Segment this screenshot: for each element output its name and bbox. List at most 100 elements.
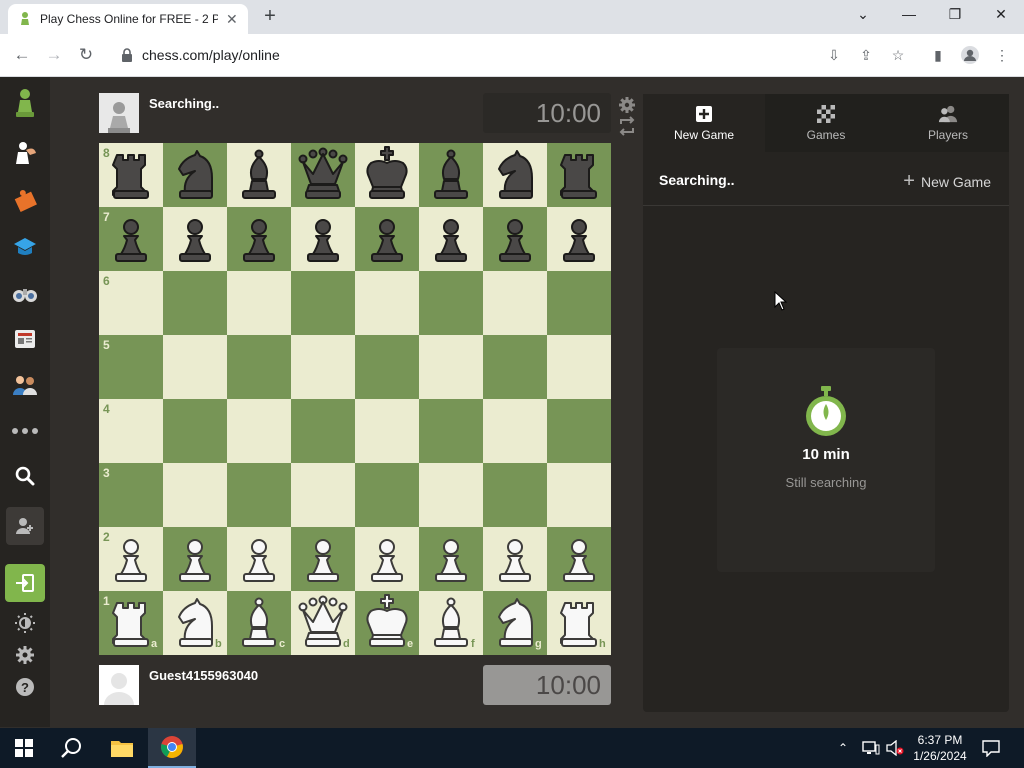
side-panel-icon[interactable]: ▮ — [928, 45, 948, 65]
close-window-button[interactable]: ✕ — [978, 0, 1024, 30]
white-pawn-icon[interactable] — [483, 527, 547, 591]
back-button[interactable]: ← — [10, 44, 34, 68]
black-king-icon[interactable] — [355, 143, 419, 207]
news-icon[interactable] — [9, 323, 41, 355]
white-bishop-icon[interactable] — [419, 591, 483, 655]
black-pawn-icon[interactable] — [163, 207, 227, 271]
more-options-icon[interactable] — [9, 415, 41, 447]
help-icon[interactable]: ? — [9, 671, 41, 703]
close-tab-icon[interactable]: ✕ — [226, 11, 238, 28]
network-icon[interactable] — [862, 728, 880, 768]
square-f6[interactable] — [419, 271, 483, 335]
white-rook-icon[interactable] — [99, 591, 163, 655]
reload-button[interactable]: ↻ — [74, 44, 98, 68]
new-game-button[interactable]: + New Game — [903, 170, 991, 193]
black-queen-icon[interactable] — [291, 143, 355, 207]
square-e3[interactable] — [355, 463, 419, 527]
taskbar-clock[interactable]: 6:37 PM 1/26/2024 — [906, 732, 974, 764]
black-pawn-icon[interactable] — [483, 207, 547, 271]
black-knight-icon[interactable] — [483, 143, 547, 207]
play-icon[interactable] — [9, 137, 41, 169]
tab-new-game[interactable]: New Game — [643, 94, 765, 152]
square-b3[interactable] — [163, 463, 227, 527]
minimize-button[interactable]: — — [886, 0, 932, 30]
white-bishop-icon[interactable] — [227, 591, 291, 655]
black-pawn-icon[interactable] — [291, 207, 355, 271]
show-hidden-icons[interactable]: ⌃ — [838, 728, 848, 768]
square-b6[interactable] — [163, 271, 227, 335]
white-pawn-icon[interactable] — [227, 527, 291, 591]
square-e5[interactable] — [355, 335, 419, 399]
bookmark-star-icon[interactable]: ☆ — [888, 45, 908, 65]
black-bishop-icon[interactable] — [419, 143, 483, 207]
search-icon[interactable] — [9, 460, 41, 492]
square-g6[interactable] — [483, 271, 547, 335]
square-e6[interactable] — [355, 271, 419, 335]
puzzles-icon[interactable] — [9, 184, 41, 216]
settings-gear-icon[interactable] — [9, 639, 41, 671]
share-icon[interactable]: ⇪ — [856, 45, 876, 65]
white-rook-icon[interactable] — [547, 591, 611, 655]
black-pawn-icon[interactable] — [227, 207, 291, 271]
chess-logo-icon[interactable] — [9, 87, 41, 119]
board-settings-gear-icon[interactable] — [617, 95, 637, 115]
black-pawn-icon[interactable] — [99, 207, 163, 271]
square-d6[interactable] — [291, 271, 355, 335]
new-tab-button[interactable]: + — [258, 4, 282, 30]
white-pawn-icon[interactable] — [419, 527, 483, 591]
notifications-icon[interactable] — [982, 728, 1000, 768]
chess-board[interactable]: 87654321abcdefgh — [99, 143, 611, 655]
black-pawn-icon[interactable] — [547, 207, 611, 271]
forward-button[interactable]: → — [42, 44, 66, 68]
file-explorer-button[interactable] — [98, 728, 146, 768]
tab-games[interactable]: Games — [765, 94, 887, 152]
square-f5[interactable] — [419, 335, 483, 399]
square-h5[interactable] — [547, 335, 611, 399]
white-knight-icon[interactable] — [163, 591, 227, 655]
install-app-icon[interactable]: ⇩ — [824, 45, 844, 65]
black-pawn-icon[interactable] — [419, 207, 483, 271]
white-pawn-icon[interactable] — [163, 527, 227, 591]
square-g5[interactable] — [483, 335, 547, 399]
theme-brightness-icon[interactable] — [9, 607, 41, 639]
white-king-icon[interactable] — [355, 591, 419, 655]
browser-tab[interactable]: Play Chess Online for FREE - 2 Pl ✕ — [8, 4, 248, 34]
square-h3[interactable] — [547, 463, 611, 527]
start-button[interactable] — [0, 728, 48, 768]
black-pawn-icon[interactable] — [355, 207, 419, 271]
square-f3[interactable] — [419, 463, 483, 527]
learn-icon[interactable] — [9, 231, 41, 263]
square-f4[interactable] — [419, 399, 483, 463]
taskbar-search-button[interactable] — [48, 728, 96, 768]
square-c5[interactable] — [227, 335, 291, 399]
tab-players[interactable]: Players — [887, 94, 1009, 152]
square-c4[interactable] — [227, 399, 291, 463]
log-in-icon[interactable] — [5, 564, 45, 602]
volume-muted-icon[interactable] — [886, 728, 904, 768]
square-b5[interactable] — [163, 335, 227, 399]
square-d4[interactable] — [291, 399, 355, 463]
square-b4[interactable] — [163, 399, 227, 463]
white-knight-icon[interactable] — [483, 591, 547, 655]
watch-binoculars-icon[interactable] — [9, 277, 41, 309]
tab-search-icon[interactable]: ⌄ — [840, 0, 886, 30]
square-g4[interactable] — [483, 399, 547, 463]
square-c3[interactable] — [227, 463, 291, 527]
white-pawn-icon[interactable] — [547, 527, 611, 591]
square-e4[interactable] — [355, 399, 419, 463]
black-knight-icon[interactable] — [163, 143, 227, 207]
chrome-taskbar-button[interactable] — [148, 728, 196, 768]
address-bar[interactable]: chess.com/play/online — [106, 39, 806, 71]
black-rook-icon[interactable] — [99, 143, 163, 207]
sign-up-icon[interactable] — [6, 507, 44, 545]
square-c6[interactable] — [227, 271, 291, 335]
black-rook-icon[interactable] — [547, 143, 611, 207]
white-pawn-icon[interactable] — [355, 527, 419, 591]
white-pawn-icon[interactable] — [99, 527, 163, 591]
black-bishop-icon[interactable] — [227, 143, 291, 207]
square-g3[interactable] — [483, 463, 547, 527]
square-h4[interactable] — [547, 399, 611, 463]
white-pawn-icon[interactable] — [291, 527, 355, 591]
browser-menu-icon[interactable]: ⋮ — [992, 45, 1012, 65]
profile-avatar-icon[interactable] — [960, 45, 980, 65]
